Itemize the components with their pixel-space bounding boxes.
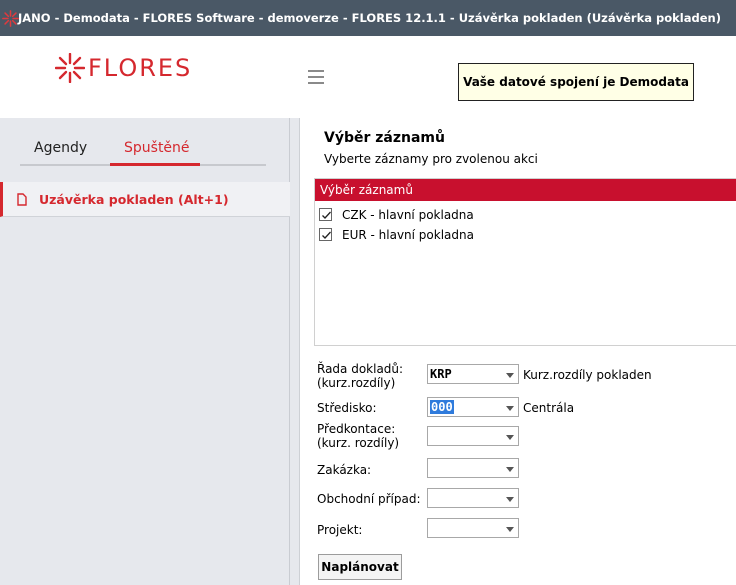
list-item[interactable]: EUR - hlavní pokladna <box>315 225 736 245</box>
checkbox-eur[interactable] <box>319 228 332 241</box>
page-subtitle: Vyberte záznamy pro zvolenou akci <box>324 152 538 166</box>
document-icon <box>17 193 27 206</box>
stredisko-desc: Centrála <box>523 401 575 415</box>
connection-info: Vaše datové spojení je Demodata <box>458 63 694 101</box>
projekt-label: Projekt: <box>317 523 363 537</box>
chevron-down-icon[interactable] <box>506 373 514 378</box>
list-item[interactable]: CZK - hlavní pokladna <box>315 205 736 225</box>
zakazka-label: Zakázka: <box>317 463 372 477</box>
tab-spustene[interactable]: Spuštěné <box>124 140 190 156</box>
chevron-down-icon[interactable] <box>506 435 514 440</box>
page-title: Výběr záznamů <box>324 130 445 146</box>
chevron-down-icon[interactable] <box>506 467 514 472</box>
stredisko-label: Středisko: <box>317 401 377 415</box>
running-item-label: Uzávěrka pokladen (Alt+1) <box>39 192 229 207</box>
zakazka-select[interactable] <box>427 458 519 478</box>
flores-star-icon <box>55 53 85 83</box>
stredisko-select[interactable]: 000 <box>427 397 519 417</box>
predkontace-label-sub: (kurz. rozdíly) <box>317 436 400 450</box>
chevron-down-icon[interactable] <box>506 527 514 532</box>
chevron-down-icon[interactable] <box>506 406 514 411</box>
sidebar: Agendy Spuštěné Uzávěrka pokladen (Alt+1… <box>0 118 290 585</box>
sidebar-tabs: Agendy Spuštěné <box>0 118 290 170</box>
naplanovat-button[interactable]: Naplánovat <box>318 554 402 580</box>
record-list-header: Výběr záznamů <box>315 179 736 201</box>
rada-label-sub: (kurz.rozdíly) <box>317 376 396 390</box>
flores-star-icon <box>2 10 19 27</box>
list-item-label: CZK - hlavní pokladna <box>342 208 474 222</box>
checkmark-icon <box>322 231 331 239</box>
obchodni-label: Obchodní případ: <box>317 492 421 506</box>
stredisko-value: 000 <box>430 400 454 414</box>
checkbox-czk[interactable] <box>319 208 332 221</box>
tab-agendy[interactable]: Agendy <box>34 140 87 156</box>
predkontace-label: Předkontace: <box>317 422 396 436</box>
projekt-select[interactable] <box>427 518 519 538</box>
obchodni-select[interactable] <box>427 488 519 508</box>
rada-label: Řada dokladů: <box>317 362 404 376</box>
main-panel: Výběr záznamů Vyberte záznamy pro zvolen… <box>300 118 736 585</box>
logo-wordmark: FLORES <box>88 54 193 82</box>
checkmark-icon <box>322 211 331 219</box>
chevron-down-icon[interactable] <box>506 497 514 502</box>
rada-select[interactable]: KRP <box>427 364 519 384</box>
flores-logo: FLORES <box>55 53 235 93</box>
predkontace-select[interactable] <box>427 426 519 446</box>
record-list: Výběr záznamů CZK - hlavní pokladna EUR … <box>314 178 736 346</box>
rada-desc: Kurz.rozdíly pokladen <box>523 368 652 382</box>
panel-separator <box>290 118 300 585</box>
list-item-label: EUR - hlavní pokladna <box>342 228 474 242</box>
hamburger-icon[interactable] <box>308 70 324 84</box>
rada-value: KRP <box>430 367 452 381</box>
running-item-uzaverka[interactable]: Uzávěrka pokladen (Alt+1) <box>0 182 290 217</box>
active-tab-indicator <box>110 163 200 166</box>
window-title: JANO - Demodata - FLORES Software - demo… <box>18 11 721 25</box>
window-titlebar: JANO - Demodata - FLORES Software - demo… <box>0 0 736 36</box>
